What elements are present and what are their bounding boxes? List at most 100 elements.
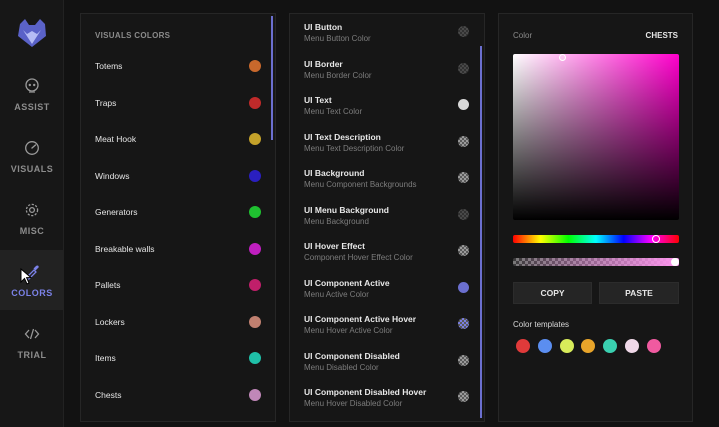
color-swatch[interactable] <box>458 354 469 366</box>
color-templates-label: Color templates <box>513 320 570 329</box>
ui-color-row[interactable]: UI Text Menu Text Color <box>290 89 475 123</box>
fox-logo <box>18 19 46 47</box>
ui-color-row[interactable]: UI Background Menu Component Backgrounds <box>290 162 475 196</box>
color-template-swatch[interactable] <box>603 339 618 353</box>
visual-color-row[interactable]: Meat Hook <box>81 125 271 155</box>
mouse-cursor-icon <box>20 268 33 285</box>
ui-color-description: Menu Background <box>304 216 369 226</box>
color-swatch[interactable] <box>249 206 261 218</box>
visual-color-name: Pallets <box>95 280 121 290</box>
ui-colors-panel: UI Button Menu Button Color UI Border Menu … <box>289 13 485 422</box>
color-swatch[interactable] <box>249 315 261 328</box>
color-swatch[interactable] <box>249 169 261 182</box>
ui-color-row[interactable]: UI Component Disabled Menu Disabled Color <box>290 345 475 379</box>
ui-color-name: UI Component Active <box>304 277 390 288</box>
ui-color-row[interactable]: UI Hover Effect Component Hover Effect Co… <box>290 235 475 269</box>
ui-color-row[interactable]: UI Component Disabled Hover Menu Hover Di… <box>290 381 475 415</box>
ui-color-description: Component Hover Effect Color <box>304 253 413 262</box>
color-swatch[interactable] <box>458 99 469 110</box>
color-swatch[interactable] <box>458 26 469 37</box>
alpha-handle[interactable] <box>671 258 679 266</box>
nav-label: VISUALS <box>10 164 54 174</box>
color-template-swatch[interactable] <box>646 339 661 353</box>
ui-color-description: Menu Text Color <box>304 107 363 116</box>
color-swatch[interactable] <box>249 96 261 109</box>
color-template-swatch[interactable] <box>516 339 530 353</box>
color-template-swatch[interactable] <box>581 339 596 353</box>
nav-trial[interactable]: TRIAL <box>0 312 64 372</box>
nav-assist[interactable]: ASSIST <box>0 64 64 124</box>
color-swatch[interactable] <box>458 208 469 220</box>
visuals-scrollbar[interactable] <box>271 16 273 140</box>
color-swatch[interactable] <box>249 133 261 145</box>
sv-handle[interactable] <box>559 54 566 61</box>
visual-color-row[interactable]: Pallets <box>81 271 271 301</box>
ui-color-description: Menu Hover Active Color <box>304 326 393 335</box>
nav-visuals[interactable]: VISUALS <box>0 126 64 186</box>
nav-colors[interactable]: COLORS <box>0 250 64 310</box>
selected-target: CHESTS <box>645 31 678 40</box>
ui-color-name: UI Text <box>304 95 332 105</box>
color-swatch[interactable] <box>458 135 469 147</box>
ui-color-description: Menu Hover Disabled Color <box>304 399 403 408</box>
nav-misc[interactable]: MISC <box>0 188 64 248</box>
color-swatch[interactable] <box>249 352 261 364</box>
color-swatch[interactable] <box>249 279 261 291</box>
section-title: VISUALS COLORS <box>95 31 171 40</box>
visual-color-name: Breakable walls <box>95 243 155 254</box>
alpha-slider[interactable] <box>513 258 679 266</box>
ui-color-row[interactable]: UI Text Description Menu Text Description… <box>290 126 475 160</box>
color-swatch[interactable] <box>458 391 469 402</box>
visual-color-row[interactable]: Generators <box>81 198 271 228</box>
color-template-swatch[interactable] <box>537 339 552 353</box>
nav-label: TRIAL <box>17 350 47 360</box>
copy-button[interactable]: COPY <box>513 282 592 304</box>
visual-color-row[interactable]: Breakable walls <box>81 235 271 265</box>
ui-color-name: UI Button <box>304 22 343 32</box>
visual-color-name: Meat Hook <box>95 134 137 144</box>
visual-color-name: Lockers <box>95 316 125 327</box>
ui-color-row[interactable]: UI Button Menu Button Color <box>290 16 475 50</box>
ui-color-name: UI Text Description <box>304 131 381 142</box>
visual-color-row[interactable]: Lockers <box>81 308 271 338</box>
sidebar: ASSIST VISUALS MISC COLORS TRIAL <box>0 0 64 427</box>
ui-color-description: Menu Component Backgrounds <box>304 180 417 189</box>
visual-color-row[interactable]: Traps <box>81 89 271 119</box>
paste-button[interactable]: PASTE <box>599 282 679 304</box>
color-swatch[interactable] <box>249 242 261 255</box>
ui-color-row[interactable]: UI Menu Background Menu Background <box>290 199 475 233</box>
visual-color-row[interactable]: Items <box>81 344 271 374</box>
color-swatch[interactable] <box>249 388 261 401</box>
visual-color-name: Totems <box>95 61 123 71</box>
visual-color-row[interactable]: Chests <box>81 381 271 411</box>
ui-color-description: Menu Disabled Color <box>304 362 379 372</box>
ui-color-row[interactable]: UI Component Active Hover Menu Hover Acti… <box>290 308 475 342</box>
visual-color-row[interactable]: Totems <box>81 52 271 82</box>
visual-color-name: Traps <box>95 97 117 108</box>
ui-color-name: UI Component Disabled <box>304 350 400 361</box>
color-swatch[interactable] <box>249 60 261 72</box>
color-template-swatch[interactable] <box>559 339 574 353</box>
color-swatch[interactable] <box>458 62 469 74</box>
color-template-swatch[interactable] <box>625 339 639 353</box>
ui-color-row[interactable]: UI Component Active Menu Active Color <box>290 272 475 306</box>
visual-color-name: Generators <box>95 207 138 217</box>
saturation-value-area[interactable] <box>513 54 679 220</box>
visual-color-name: Chests <box>95 389 122 400</box>
ui-color-row[interactable]: UI Border Menu Border Color <box>290 53 475 87</box>
color-swatch[interactable] <box>458 281 469 293</box>
ui-colors-scrollbar[interactable] <box>480 46 482 418</box>
ui-color-name: UI Hover Effect <box>304 241 365 251</box>
color-swatch[interactable] <box>458 318 469 329</box>
color-picker-panel: Color CHESTS COPY PASTE Color templates <box>498 13 693 422</box>
visual-color-name: Items <box>95 353 116 363</box>
visual-color-row[interactable]: Windows <box>81 162 271 192</box>
hue-handle[interactable] <box>651 235 660 243</box>
color-swatch[interactable] <box>458 245 469 256</box>
skull-icon <box>25 78 39 93</box>
color-swatch[interactable] <box>458 172 469 183</box>
ui-color-name: UI Component Active Hover <box>304 314 417 324</box>
hue-slider[interactable] <box>513 235 679 243</box>
ui-color-description: Menu Button Color <box>304 34 371 43</box>
ui-color-description: Menu Active Color <box>304 289 369 299</box>
